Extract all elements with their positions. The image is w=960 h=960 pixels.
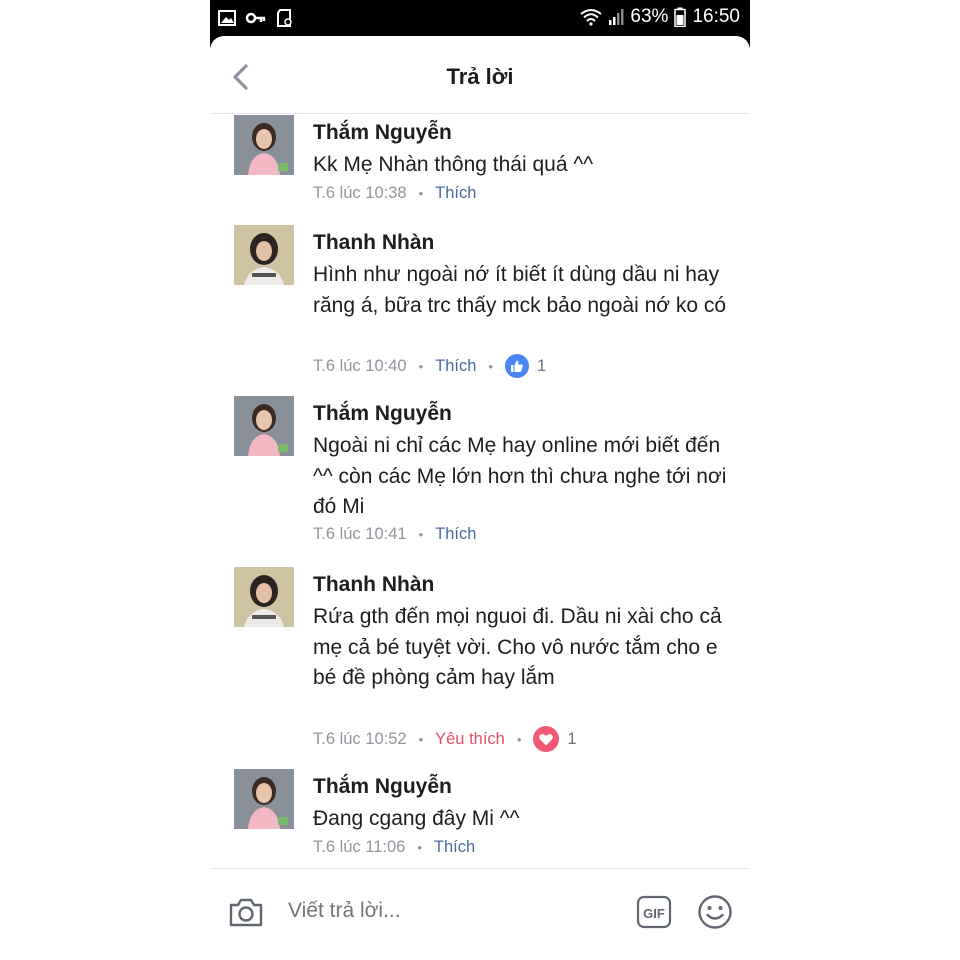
gif-button[interactable]: GIF — [636, 895, 672, 929]
clock: 16:50 — [692, 6, 740, 27]
image-icon — [218, 10, 236, 26]
battery-percent: 63% — [630, 6, 669, 27]
status-right: 63% 16:50 — [580, 6, 740, 28]
avatar[interactable] — [234, 567, 294, 627]
separator-dot: • — [418, 186, 424, 201]
separator-dot: • — [516, 731, 522, 747]
comment-author[interactable]: Thắm Nguyễn — [313, 402, 452, 426]
heart-icon — [533, 726, 560, 752]
comment-text: Ngoài ni chỉ các Mẹ hay online mới biết … — [313, 434, 727, 518]
gif-label: GIF — [643, 906, 665, 921]
comment-time: T.6 lúc 10:52 — [313, 729, 407, 748]
comment-author[interactable]: Thắm Nguyễn — [313, 121, 452, 145]
like-button[interactable]: Thích — [435, 525, 476, 544]
profile-photo-icon — [234, 396, 294, 456]
page-title: Trả lời — [446, 64, 514, 89]
camera-icon[interactable] — [228, 895, 264, 929]
comment-meta: T.6 lúc 10:38 • Thích — [313, 184, 476, 203]
like-button[interactable]: Thích — [435, 357, 476, 376]
comment-author[interactable]: Thanh Nhàn — [313, 573, 434, 597]
comment-text: Hình như ngoài nớ ít biết ít dùng dầu ni… — [313, 263, 727, 317]
separator-dot: • — [418, 358, 424, 374]
key-icon — [245, 12, 266, 24]
battery-icon — [674, 7, 687, 27]
separator-dot: • — [417, 840, 422, 855]
avatar[interactable] — [234, 396, 294, 456]
gif-icon: GIF — [636, 895, 672, 929]
thumbs-up-icon — [504, 354, 529, 378]
smiley-icon[interactable] — [697, 894, 733, 930]
sd-card-icon — [277, 9, 292, 27]
reaction-summary[interactable]: 1 — [504, 354, 547, 378]
reply-composer: GIF — [210, 869, 750, 960]
comment-author[interactable]: Thanh Nhàn — [313, 231, 434, 255]
comment-meta: T.6 lúc 10:41 • Thích — [313, 525, 476, 544]
reaction-summary[interactable]: 1 — [533, 726, 577, 752]
comment-time: T.6 lúc 10:40 — [313, 356, 407, 375]
comment-meta: T.6 lúc 11:06 • Thích — [313, 838, 475, 857]
like-button[interactable]: Thích — [435, 184, 476, 203]
comment-meta: T.6 lúc 10:52 • Yêu thích • 1 — [313, 726, 577, 752]
reaction-count: 1 — [536, 356, 547, 375]
like-button[interactable]: Thích — [434, 838, 475, 857]
profile-photo-icon — [234, 567, 294, 627]
header: Trả lời — [210, 36, 750, 114]
reply-input[interactable] — [288, 899, 608, 923]
phone-screen: 63% 16:50 Trả lời Thắm Nguyễn Kk Mẹ Nhàn… — [210, 0, 750, 960]
comment-meta: T.6 lúc 10:40 • Thích • 1 — [313, 354, 546, 378]
avatar[interactable] — [234, 225, 294, 285]
signal-icon — [609, 9, 624, 25]
separator-dot: • — [488, 358, 493, 374]
avatar[interactable] — [234, 115, 294, 175]
wifi-icon — [580, 9, 603, 26]
comment-text: Đang cgang đây Mi ^^ — [313, 807, 520, 830]
comment-text: Kk Mẹ Nhàn thông thái quá ^^ — [313, 153, 594, 176]
profile-photo-icon — [234, 769, 294, 829]
comment-author[interactable]: Thắm Nguyễn — [313, 775, 452, 799]
reaction-count: 1 — [567, 729, 577, 748]
avatar[interactable] — [234, 769, 294, 829]
profile-photo-icon — [234, 225, 294, 285]
status-bar: 63% 16:50 — [210, 0, 750, 36]
replies-sheet: Trả lời Thắm Nguyễn Kk Mẹ Nhàn thông thá… — [210, 36, 750, 960]
profile-photo-icon — [234, 115, 294, 175]
comment-time: T.6 lúc 11:06 — [313, 838, 406, 856]
comment-text: Rứa gth đến mọi nguoi đi. Dầu ni xài cho… — [313, 605, 722, 689]
status-left-icons — [218, 9, 294, 27]
comment-time: T.6 lúc 10:38 — [313, 184, 407, 202]
comment-time: T.6 lúc 10:41 — [313, 525, 407, 543]
love-button[interactable]: Yêu thích — [435, 730, 505, 749]
separator-dot: • — [418, 527, 424, 542]
separator-dot: • — [418, 731, 424, 747]
